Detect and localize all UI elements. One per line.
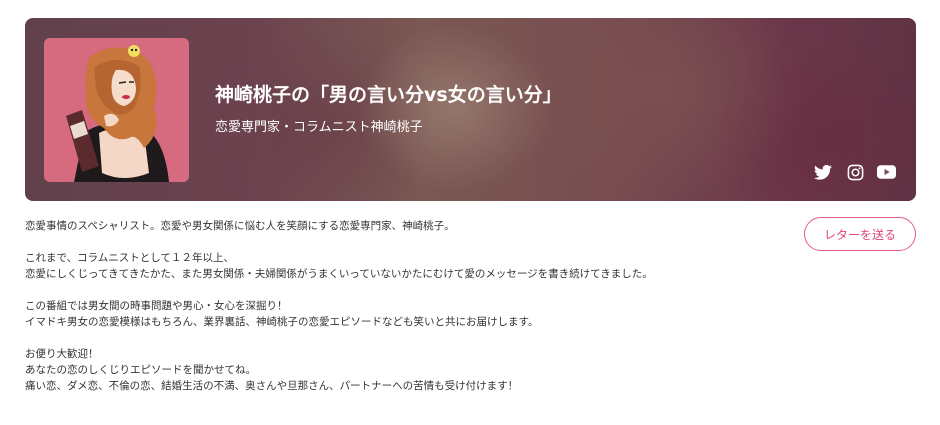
description-line: お便り大歓迎！ bbox=[25, 348, 99, 360]
youtube-icon[interactable] bbox=[876, 163, 896, 181]
send-letter-button[interactable]: レターを送る bbox=[804, 217, 916, 251]
podcast-title: 神崎桃子の「男の言い分vs女の言い分」 bbox=[215, 84, 562, 106]
podcast-header-banner: 神崎桃子の「男の言い分vs女の言い分」 恋愛専門家・コラムニスト神崎桃子 bbox=[25, 18, 916, 201]
podcast-cover-art bbox=[44, 38, 189, 182]
description-line: 恋愛事情のスペシャリスト。恋愛や男女関係に悩む人を笑顔にする恋愛専門家、神崎桃子… bbox=[25, 220, 455, 232]
description-line: イマドキ男女の恋愛模様はもちろん、業界裏話、神崎桃子の恋愛エピソードなども笑いと… bbox=[25, 316, 539, 328]
illustration-image bbox=[44, 38, 189, 182]
podcast-description: 恋愛事情のスペシャリスト。恋愛や男女関係に悩む人を笑顔にする恋愛専門家、神崎桃子… bbox=[25, 218, 765, 394]
description-line: あなたの恋のしくじりエピソードを聞かせてね。 bbox=[25, 364, 256, 376]
podcast-author: 恋愛専門家・コラムニスト神崎桃子 bbox=[215, 120, 423, 135]
description-line: この番組では男女間の時事問題や男心・女心を深掘り！ bbox=[25, 300, 288, 312]
description-line: 恋愛にしくじってきてきたかた、また男女関係・夫婦関係がうまくいっていないかたにむ… bbox=[25, 268, 653, 280]
description-line: これまで、コラムニストとして１２年以上、 bbox=[25, 252, 234, 264]
description-line: 痛い恋、ダメ恋、不倫の恋、結婚生活の不満、奥さんや旦那さん、パートナーへの苦情も… bbox=[25, 380, 519, 392]
instagram-icon[interactable] bbox=[845, 163, 865, 181]
twitter-icon[interactable] bbox=[813, 163, 833, 181]
